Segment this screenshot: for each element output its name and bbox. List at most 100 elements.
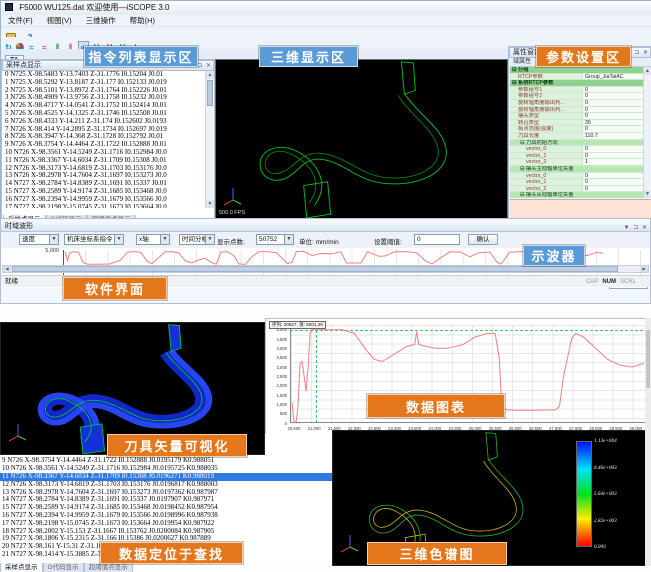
- scroll-right-icon[interactable]: ▶: [640, 266, 648, 272]
- menu-item[interactable]: 帮助(H): [123, 15, 162, 26]
- property-value[interactable]: 110.7: [582, 133, 645, 139]
- tab-采样点显示[interactable]: 采样点显示: [0, 563, 43, 572]
- property-row[interactable]: vector_20: [510, 186, 645, 193]
- list-scrollbar[interactable]: ▲ ▼: [205, 71, 213, 208]
- scroll-left-icon[interactable]: ◀: [3, 266, 11, 272]
- combo-x轴[interactable]: x轴▼: [136, 234, 170, 245]
- property-row[interactable]: vector_21: [510, 159, 645, 166]
- chart-curve: [266, 319, 651, 437]
- property-name: ⊟ 摆头从动轴单位矢量: [510, 192, 645, 198]
- property-row[interactable]: ⊟ 刀具初始方向: [510, 140, 645, 147]
- threshold-input[interactable]: 0: [414, 234, 460, 245]
- property-row[interactable]: ⊟ 摆头从动轴单位矢量: [510, 192, 645, 198]
- property-value[interactable]: 0: [582, 93, 645, 99]
- menu-item[interactable]: 视图(V): [40, 15, 79, 26]
- axis-tick: 500: [266, 411, 287, 416]
- property-value[interactable]: 35: [582, 120, 645, 126]
- bottom-collage: 05001,0001,5002,0002,5003,0003,5004,0004…: [0, 304, 651, 572]
- property-value[interactable]: Group_JiaTaiAC: [582, 74, 645, 80]
- property-row[interactable]: vector_10: [510, 153, 645, 160]
- nc-code-list[interactable]: 0 N725 X-98.5483 Y-13.7403 Z-31.1776 I0.…: [3, 71, 205, 208]
- chevron-down-icon: ▼: [160, 235, 169, 244]
- property-row[interactable]: 旋转轴角度输出判...0: [510, 100, 645, 107]
- property-name: 转台类型: [510, 120, 582, 126]
- fps-counter: 500.0 FPS: [219, 210, 245, 216]
- property-value[interactable]: 0: [582, 113, 645, 119]
- property-value[interactable]: 0: [582, 173, 645, 179]
- points-label: 显示点数:: [217, 236, 245, 246]
- property-name: vector_1: [510, 179, 582, 185]
- property-name: ⊟ 刀具初始方向: [510, 140, 645, 146]
- scroll-thumb[interactable]: [207, 80, 213, 106]
- property-row[interactable]: RTCP参数Group_JiaTaiAC: [510, 74, 645, 81]
- scroll-down-icon[interactable]: ▼: [206, 200, 214, 208]
- tab-G代码显示[interactable]: G代码显示: [43, 563, 84, 572]
- property-row[interactable]: vector_00: [510, 173, 645, 180]
- property-value[interactable]: 0: [582, 107, 645, 113]
- scroll-thumb[interactable]: [646, 330, 650, 388]
- points-combo[interactable]: 50752▼: [256, 234, 294, 245]
- property-value[interactable]: 0: [582, 126, 645, 132]
- axis-tick: 4,000: [266, 346, 287, 351]
- property-value[interactable]: 0: [582, 100, 645, 106]
- property-row[interactable]: ⊟ 系统RTCP参数: [510, 80, 645, 87]
- document-scrollbar[interactable]: [645, 318, 651, 566]
- scroll-thumb[interactable]: [12, 266, 618, 272]
- property-name: 参数组号2: [510, 93, 582, 99]
- property-name: vector_0: [510, 146, 582, 152]
- scroll-up-icon[interactable]: ▲: [206, 71, 214, 79]
- property-panel: 属性窗口 ▼ ⊐ ✕ 域属性 ⊟ 分组RTCP参数Group_JiaTaiAC⊟…: [508, 46, 651, 219]
- property-value[interactable]: 0: [582, 87, 645, 93]
- confirm-button[interactable]: 确认: [468, 234, 498, 245]
- chevron-down-icon: ▼: [114, 235, 123, 244]
- waveform-hscrollbar[interactable]: ◀ ▶: [2, 265, 649, 273]
- property-name: vector_1: [510, 153, 582, 159]
- title-bar: F5000 WU125.dat 欢迎使用—iSCOPE 3.0: [1, 1, 651, 15]
- panel-title: 采样点显示: [6, 62, 41, 69]
- property-value[interactable]: 0: [582, 186, 645, 192]
- combo-时间分析[interactable]: 时间分析▼: [179, 234, 215, 245]
- property-name: 刀具长度: [510, 133, 582, 139]
- property-value[interactable]: 0: [582, 146, 645, 152]
- property-row[interactable]: ⊟ 摆头主动轴单位矢量: [510, 166, 645, 173]
- callout-软件界面: 软件界面: [63, 277, 167, 300]
- property-row[interactable]: 参数组号10: [510, 87, 645, 94]
- main-3d-view[interactable]: 500.0 FPS: [215, 59, 508, 219]
- menu-item[interactable]: 三维操作: [79, 15, 123, 26]
- property-name: vector_2: [510, 186, 582, 192]
- combo-速度[interactable]: 速度▼: [19, 234, 59, 245]
- menu-item[interactable]: 文件(F): [1, 15, 40, 26]
- waveform-header: 时域波形 ▼ ⊐ ✕: [1, 222, 650, 232]
- property-row[interactable]: vector_10: [510, 179, 645, 186]
- combo-机床坐标系指令[interactable]: 机床坐标系指令▼: [64, 234, 124, 245]
- property-value[interactable]: 0: [582, 179, 645, 185]
- property-scrollbar[interactable]: ▲ ▼: [643, 67, 650, 198]
- property-row[interactable]: 参数组号20: [510, 93, 645, 100]
- property-value[interactable]: 0: [582, 153, 645, 159]
- property-value[interactable]: 1: [582, 159, 645, 165]
- toolpath-wireframe: [216, 60, 507, 218]
- property-row[interactable]: vector_00: [510, 146, 645, 153]
- axis-tick: 2,500: [266, 374, 287, 379]
- callout-数据定位于查找: 数据定位于查找: [100, 542, 243, 564]
- scroll-down-icon[interactable]: ▼: [644, 190, 651, 198]
- property-row[interactable]: 转台类型35: [510, 120, 645, 127]
- property-name: vector_2: [510, 159, 582, 165]
- status-flags: CAPNUMSCRL: [586, 276, 640, 288]
- window-title: F5000 WU125.dat 欢迎使用—iSCOPE 3.0: [19, 3, 169, 12]
- scale-label: 5.64e+003: [594, 491, 644, 497]
- tab-超阈值点显示[interactable]: 超阈值点显示: [84, 563, 133, 572]
- data-chart[interactable]: 05001,0001,5002,0002,5003,0003,5004,0004…: [265, 318, 651, 436]
- property-name: RTCP参数: [510, 74, 582, 80]
- property-name: 旋转轴角度输出判...: [510, 107, 582, 113]
- property-row[interactable]: ⊟ 分组: [510, 67, 645, 74]
- property-row[interactable]: 刀具长度110.7: [510, 133, 645, 140]
- property-row[interactable]: 旋转轴角度输出判...0: [510, 107, 645, 114]
- property-row[interactable]: 摆头类型0: [510, 113, 645, 120]
- axis-tick: 4,500: [266, 337, 287, 342]
- scroll-up-icon[interactable]: ▲: [644, 67, 651, 75]
- callout-三维显示区: 三维显示区: [259, 46, 358, 67]
- property-name: vector_0: [510, 173, 582, 179]
- property-row[interactable]: 极点范围(弧度)0: [510, 126, 645, 133]
- status-SCRL: SCRL: [620, 277, 636, 288]
